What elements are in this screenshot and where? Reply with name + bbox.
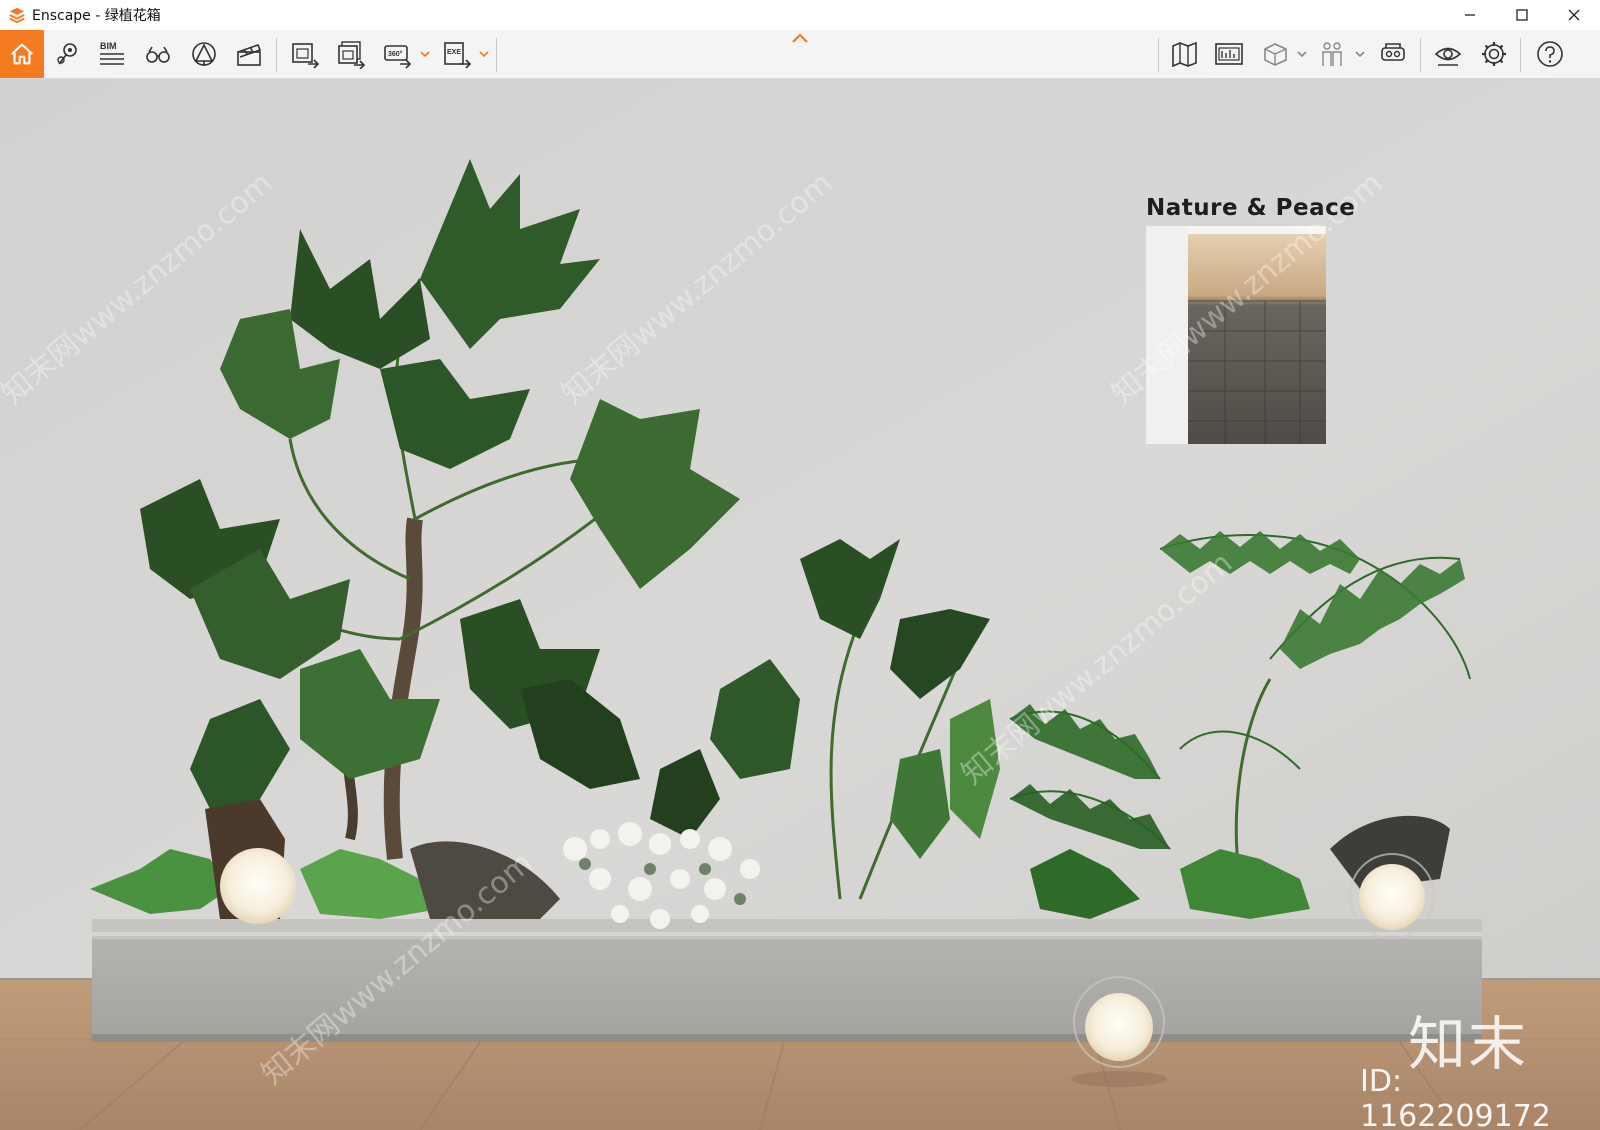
binoculars-icon — [146, 46, 170, 63]
window-title: Enscape - 绿植花箱 — [32, 8, 161, 24]
home-button[interactable] — [0, 30, 44, 78]
help-button[interactable] — [1532, 34, 1568, 74]
cube-dropdown[interactable] — [1297, 44, 1307, 64]
map-icon — [1172, 41, 1197, 68]
svg-text:360°: 360° — [388, 50, 403, 58]
enscape-logo-icon — [9, 7, 25, 24]
chevron-down-icon — [1355, 51, 1365, 58]
home-icon — [11, 43, 33, 65]
render-screenshot-button[interactable] — [288, 34, 322, 74]
cube-icon — [1264, 43, 1287, 66]
svg-text:BIM: BIM — [100, 41, 117, 51]
cube-button[interactable] — [1258, 34, 1292, 74]
help-icon — [1537, 41, 1563, 67]
asset-icon — [192, 42, 216, 66]
minimap-button[interactable] — [1212, 34, 1246, 74]
close-button[interactable] — [1548, 0, 1600, 30]
bim-icon: BIM — [100, 41, 124, 65]
panorama-button[interactable]: 360° — [380, 34, 414, 74]
clapperboard-icon — [237, 43, 262, 66]
eye-icon — [1434, 47, 1462, 66]
bim-button[interactable]: BIM — [96, 34, 128, 74]
asset-library-button[interactable] — [188, 34, 220, 74]
views-button[interactable] — [52, 34, 84, 74]
people-dropdown[interactable] — [1355, 44, 1365, 64]
minimize-icon — [1465, 14, 1475, 16]
globe-lamp-right — [1349, 853, 1435, 939]
vr-headset-button[interactable] — [1375, 34, 1411, 74]
svg-text:EXE: EXE — [447, 49, 461, 56]
render-image — [0, 79, 1600, 1130]
toolbar-separator — [1520, 38, 1521, 72]
map-pin-icon — [57, 43, 77, 65]
wall-sign-text: Nature & Peace — [1146, 195, 1356, 221]
batch-render-icon — [338, 41, 366, 69]
close-icon — [1568, 9, 1580, 21]
maximize-button[interactable] — [1496, 0, 1548, 30]
vr-headset-icon — [1381, 43, 1405, 61]
visual-settings-button[interactable] — [1430, 34, 1466, 74]
map-button[interactable] — [1168, 34, 1202, 74]
watermark-id: ID: 1162209172 — [1360, 1064, 1551, 1130]
title-bar: Enscape - 绿植花箱 — [0, 0, 1600, 30]
screenshot-export-icon — [292, 43, 320, 69]
chevron-down-icon — [1297, 51, 1307, 58]
chevron-down-icon — [420, 51, 430, 58]
gear-icon — [1482, 42, 1506, 66]
people-button[interactable] — [1315, 34, 1349, 74]
panorama-icon: 360° — [384, 45, 412, 69]
maximize-icon — [1516, 9, 1528, 21]
toolbar-separator — [276, 38, 277, 72]
toolbar-separator — [1158, 38, 1159, 72]
export-exe-button[interactable]: EXE — [440, 34, 474, 74]
minimize-button[interactable] — [1444, 0, 1496, 30]
atmosphere-button[interactable] — [142, 34, 174, 74]
toolbar-separator — [496, 38, 497, 72]
panorama-dropdown[interactable] — [420, 44, 430, 64]
chevron-down-icon — [479, 51, 489, 58]
collapse-toolbar-button[interactable] — [790, 30, 810, 46]
chevron-up-icon — [792, 33, 808, 43]
toolbar-separator — [1420, 38, 1421, 72]
settings-button[interactable] — [1476, 34, 1512, 74]
minimap-icon — [1215, 43, 1243, 65]
video-editor-button[interactable] — [233, 34, 265, 74]
render-viewport[interactable]: 知末网www.znzmo.com 知末网www.znzmo.com 知末网www… — [0, 79, 1600, 1130]
window-controls — [1444, 0, 1600, 30]
globe-lamp-left — [220, 848, 296, 924]
people-icon — [1322, 42, 1342, 66]
batch-render-button[interactable] — [334, 34, 368, 74]
exe-export-icon: EXE — [444, 42, 472, 69]
export-dropdown[interactable] — [479, 44, 489, 64]
